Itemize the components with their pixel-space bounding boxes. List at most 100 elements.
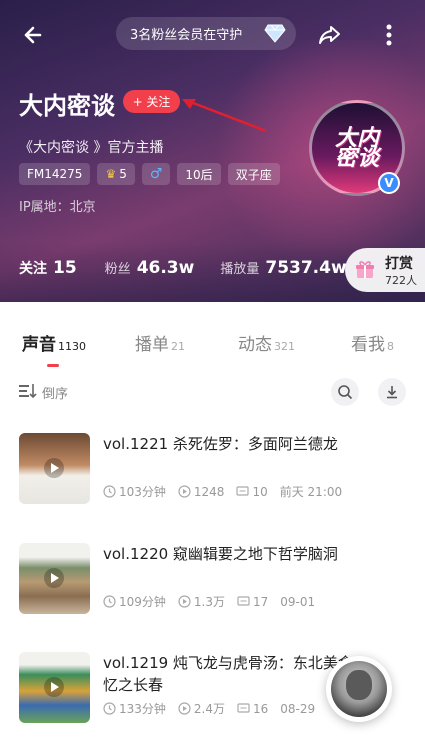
fm-id: FM14275 (27, 167, 83, 181)
play-count-value: 1248 (193, 484, 225, 499)
tab-count: 8 (387, 340, 394, 353)
back-arrow-icon (24, 26, 42, 44)
duration-value: 109分钟 (119, 595, 166, 609)
track-meta: 109分钟 1.3万 17 09-01 (103, 593, 327, 610)
play-count: 1.3万 (178, 593, 225, 610)
ip-location: IP属地：北京 (19, 200, 96, 215)
list-item[interactable]: vol.1220 窥幽辑要之地下哲学脑洞 109分钟 1.3万 17 09-01 (0, 543, 425, 643)
back-button[interactable] (18, 20, 48, 50)
play-count-icon (178, 702, 191, 715)
zodiac-value: 双子座 (235, 167, 272, 182)
avatar-logo: 大内密谈 (334, 126, 379, 171)
player-cover-portrait (346, 670, 372, 700)
share-button[interactable] (317, 22, 343, 48)
profile-stats: 关注 15 粉丝 46.3w 播放量 7537.4w (19, 258, 373, 278)
duration: 133分钟 (103, 700, 166, 717)
play-count: 2.4万 (178, 700, 225, 717)
tab-playlists[interactable]: 播单 21 (135, 330, 185, 355)
play-count-value: 2.4万 (193, 702, 225, 716)
track-meta: 103分钟 1248 10 前天 21:00 (103, 483, 354, 500)
play-icon[interactable] (44, 677, 64, 697)
list-item[interactable]: vol.1221 杀死佐罗：多面阿兰德龙 103分钟 1248 10 前天 21… (0, 433, 425, 533)
level-value: 5 (119, 167, 127, 181)
duration-value: 133分钟 (119, 702, 166, 716)
crown-icon: ♛ (105, 167, 117, 181)
profile-tags: FM14275 ♛ 5 ♂ 10后 双子座 (19, 163, 280, 185)
tab-count: 1130 (58, 340, 86, 353)
track-cover[interactable] (19, 652, 90, 723)
play-count-icon (178, 595, 191, 608)
comment-icon (237, 596, 250, 606)
download-icon (387, 386, 397, 399)
male-icon: ♂ (149, 166, 163, 182)
follow-count[interactable]: 15 (53, 258, 77, 278)
fan-guard-pill[interactable]: 3名粉丝会员在守护 (116, 17, 296, 50)
tab-label: 看我 (351, 335, 385, 355)
clock-icon (103, 702, 116, 715)
duration-value: 103分钟 (119, 485, 166, 499)
duration: 109分钟 (103, 593, 166, 610)
play-count-icon (178, 485, 191, 498)
play-count-value: 1.3万 (193, 595, 225, 609)
comment-count-value: 10 (252, 484, 268, 499)
follow-count-label[interactable]: 关注 (19, 258, 47, 278)
comment-count: 10 (236, 484, 268, 499)
plays-count-label: 播放量 (220, 262, 260, 277)
profile-name: 大内密谈 (19, 92, 115, 120)
list-toolbar: 倒序 (0, 370, 425, 414)
comment-icon (237, 703, 250, 713)
comment-icon (236, 486, 250, 496)
floating-mini-player[interactable] (326, 656, 392, 722)
guard-text: 3名粉丝会员在守护 (130, 28, 243, 43)
track-meta: 133分钟 2.4万 16 08-29 (103, 700, 327, 717)
track-title: vol.1221 杀死佐罗：多面阿兰德龙 (103, 435, 338, 453)
tab-label: 动态 (238, 335, 272, 355)
level-tag[interactable]: ♛ 5 (97, 163, 135, 185)
gift-icon (356, 261, 374, 278)
tab-label: 播单 (135, 335, 169, 355)
age-tag: 10后 (177, 163, 221, 185)
reward-label: 打赏 (385, 256, 413, 272)
sort-label[interactable]: 倒序 (42, 383, 68, 402)
publish-date: 前天 21:00 (279, 485, 343, 499)
clock-icon (103, 485, 116, 498)
verified-badge: V (378, 172, 400, 194)
track-cover[interactable] (19, 433, 90, 504)
active-tab-indicator (47, 364, 59, 367)
tab-watch-me[interactable]: 看我 8 (351, 330, 394, 355)
age-value: 10后 (185, 167, 213, 182)
zodiac-tag: 双子座 (227, 163, 280, 185)
search-button[interactable] (331, 378, 359, 406)
more-vertical-icon (386, 24, 392, 46)
tab-sounds[interactable]: 声音 1130 (22, 330, 86, 355)
comment-count: 17 (237, 595, 268, 609)
publish-date: 09-01 (280, 594, 316, 609)
play-icon[interactable] (44, 458, 64, 478)
tab-label: 声音 (22, 335, 56, 355)
fm-id-tag: FM14275 (19, 163, 91, 185)
more-button[interactable] (381, 22, 397, 48)
plays-count: 7537.4w (265, 258, 347, 278)
download-button[interactable] (378, 378, 406, 406)
publish-date: 08-29 (280, 701, 316, 716)
track-cover[interactable] (19, 543, 90, 614)
play-count: 1248 (178, 484, 225, 499)
profile-bio: 《大内密谈 》官方主播 (19, 140, 164, 156)
tab-posts[interactable]: 动态 321 (238, 330, 295, 355)
follow-button[interactable]: + 关注 (123, 90, 180, 113)
reward-count: 722人 (385, 274, 417, 287)
fans-count-label[interactable]: 粉丝 (105, 258, 131, 277)
fans-count[interactable]: 46.3w (137, 258, 195, 278)
sort-icon[interactable] (19, 383, 37, 399)
comment-count: 16 (237, 702, 268, 716)
clock-icon (103, 595, 116, 608)
play-icon[interactable] (44, 568, 64, 588)
reward-button[interactable]: 打赏 722人 (345, 248, 425, 292)
profile-header: 3名粉丝会员在守护 大内密谈 + 关注 《大内密谈 》官方主播 FM14275 … (0, 0, 425, 302)
gender-tag: ♂ (141, 163, 171, 185)
tab-count: 321 (274, 340, 295, 353)
top-bar: 3名粉丝会员在守护 (0, 16, 425, 52)
annotation-arrow (182, 99, 267, 133)
search-icon (338, 385, 353, 400)
track-title: vol.1220 窥幽辑要之地下哲学脑洞 (103, 545, 338, 563)
